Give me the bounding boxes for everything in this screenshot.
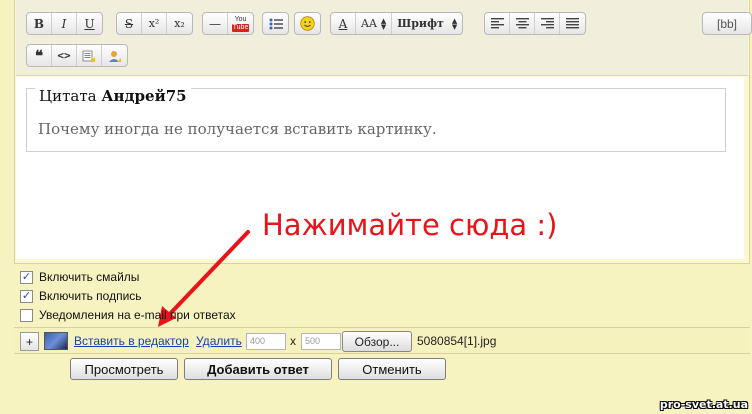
youtube-button[interactable]: You Tube xyxy=(228,13,253,34)
font-label: Шрифт xyxy=(397,17,444,30)
quote-prefix: Цитата xyxy=(39,87,97,105)
quote-text: Почему иногда не получается вставить кар… xyxy=(38,120,437,138)
add-attachment-button[interactable]: + xyxy=(20,332,39,351)
bbcode-button[interactable]: [bb] xyxy=(702,12,752,35)
align-left-button[interactable] xyxy=(485,13,510,34)
underline-button[interactable]: U xyxy=(77,13,102,34)
justify-icon xyxy=(566,18,579,29)
option-signature[interactable]: ✓ Включить подпись xyxy=(20,289,142,303)
align-left-icon xyxy=(490,18,504,29)
checkbox[interactable]: ✓ xyxy=(20,289,33,303)
text-color-icon: A xyxy=(338,16,348,31)
insert-to-editor-link[interactable]: Вставить в редактор xyxy=(74,334,189,348)
superscript-button[interactable]: x² xyxy=(142,13,167,34)
subscript-button[interactable]: x₂ xyxy=(167,13,192,34)
attachment-filename: 5080854[1].jpg xyxy=(417,334,497,348)
smile-button[interactable] xyxy=(295,13,320,34)
height-input[interactable]: 500 xyxy=(301,333,341,350)
list-button[interactable] xyxy=(263,13,288,34)
width-input[interactable]: 400 xyxy=(246,333,286,350)
plus-icon: + xyxy=(25,334,33,349)
align-right-button[interactable] xyxy=(535,13,560,34)
preview-button[interactable]: Просмотреть xyxy=(70,358,178,380)
checkbox[interactable]: ✓ xyxy=(20,270,33,284)
italic-button[interactable]: I xyxy=(52,13,77,34)
submit-reply-button[interactable]: Добавить ответ xyxy=(184,358,332,380)
quote-author: Андрей75 xyxy=(101,87,187,105)
editor-toolbar: B I U S x² x₂ — You Tube A AA ▲ ▼ Шрифт … xyxy=(16,0,752,76)
align-right-icon xyxy=(540,18,554,29)
justify-button[interactable] xyxy=(560,13,585,34)
smile-icon xyxy=(300,16,315,31)
align-center-icon xyxy=(515,18,529,29)
size-label: AA xyxy=(361,17,377,30)
updown-icon: ▲ ▼ xyxy=(380,16,387,31)
smile-group xyxy=(294,12,321,35)
highlight-icon xyxy=(82,50,95,62)
dimension-separator: x xyxy=(290,334,296,348)
option-label: Включить смайлы xyxy=(39,270,140,284)
attachment-row: + Вставить в редактор Удалить 400 x 500 … xyxy=(14,327,750,354)
script-group: S x² x₂ xyxy=(116,12,193,35)
row2-group: ❝ <> xyxy=(26,44,128,67)
bold-button[interactable]: B xyxy=(27,13,52,34)
spoiler-button[interactable] xyxy=(102,45,127,66)
updown-icon: ▲ ▼ xyxy=(451,16,458,31)
code-button[interactable]: <> xyxy=(52,45,77,66)
font-group: A AA ▲ ▼ Шрифт ▲ ▼ xyxy=(330,12,464,35)
option-label: Уведомления на e-mail при ответах xyxy=(39,308,236,322)
highlight-button[interactable] xyxy=(77,45,102,66)
quote-icon: ❝ xyxy=(34,46,44,65)
strike-button[interactable]: S xyxy=(117,13,142,34)
size-select[interactable]: AA ▲ ▼ xyxy=(356,13,393,34)
hr-button[interactable]: — xyxy=(203,13,228,34)
color-button[interactable]: A xyxy=(331,13,356,34)
insert-group: — You Tube xyxy=(202,12,254,35)
option-email-notify[interactable]: Уведомления на e-mail при ответах xyxy=(20,308,236,322)
checkbox[interactable] xyxy=(20,308,33,322)
form-actions: Просмотреть Добавить ответ Отменить xyxy=(0,358,752,382)
format-group: B I U xyxy=(26,12,103,35)
youtube-icon: You Tube xyxy=(231,15,250,32)
align-center-button[interactable] xyxy=(510,13,535,34)
cancel-button[interactable]: Отменить xyxy=(338,358,446,380)
spoiler-icon xyxy=(108,50,121,62)
quote-block: Цитата Андрей75 Почему иногда не получае… xyxy=(26,87,726,152)
annotation-text: Нажимайте сюда :) xyxy=(262,208,558,242)
browse-button[interactable]: Обзор... xyxy=(342,331,412,352)
attachment-thumbnail xyxy=(44,332,68,350)
font-select[interactable]: Шрифт ▲ ▼ xyxy=(392,13,462,34)
delete-attachment-link[interactable]: Удалить xyxy=(196,334,242,348)
list-group xyxy=(262,12,289,35)
bullet-list-icon xyxy=(269,18,283,29)
option-label: Включить подпись xyxy=(39,289,142,303)
option-smiles[interactable]: ✓ Включить смайлы xyxy=(20,270,139,284)
quote-title: Цитата Андрей75 xyxy=(35,87,191,105)
align-group xyxy=(484,12,586,35)
quote-button[interactable]: ❝ xyxy=(27,45,52,66)
watermark: pro-svet.at.ua xyxy=(659,398,748,411)
